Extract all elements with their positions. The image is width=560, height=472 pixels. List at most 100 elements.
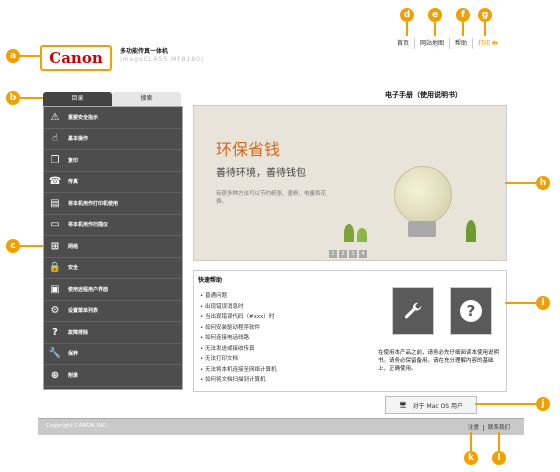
callout-a: a <box>6 49 20 63</box>
top-links: 首页 网站地图 帮助 打印 🖶 <box>392 38 503 49</box>
contact-link[interactable]: 联系我们 <box>482 425 514 431</box>
sidebar-tabs: 目录 搜索 <box>43 92 181 106</box>
plant-illustration <box>357 228 367 242</box>
sidebar: ⚠ 重要安全指示 ☝ 基本操作 ❐ 复印 ☎ 传真 ▤ 将本机用作打印机使用 ▭ 将本机用作… <box>43 106 183 390</box>
manual-title: 电子手册（使用说明书） <box>385 91 462 99</box>
sitemap-link[interactable]: 网站地图 <box>414 38 449 49</box>
sidebar-item-basic[interactable]: ☝ 基本操作 <box>44 129 182 150</box>
tab-contents[interactable]: 目录 <box>43 92 112 106</box>
quick-help-link[interactable]: 普通问题 <box>200 291 277 302</box>
sidebar-item-safety[interactable]: ⚠ 重要安全指示 <box>44 107 182 129</box>
warning-icon: ⚠ <box>50 111 60 123</box>
quick-help-title: 快速帮助 <box>198 277 223 284</box>
mac-os-button[interactable]: 🖥 对于 Mac OS 用户 <box>385 396 477 414</box>
sidebar-item-label: 使用远程用户界面 <box>68 286 109 293</box>
hand-icon: ☝ <box>51 133 59 145</box>
plant-illustration <box>344 224 354 242</box>
sidebar-item-security[interactable]: 🔒 安全 <box>44 258 182 279</box>
sidebar-item-network[interactable]: ⊞ 网络 <box>44 236 182 258</box>
callout-line <box>475 403 536 405</box>
sidebar-item-label: 重要安全指示 <box>68 114 99 121</box>
banner-description: 有很多种方法可以节约纸张、墨粉、电量和花费。 <box>216 191 327 205</box>
banner-subtitle: 善待环境，善待钱包 <box>216 168 306 179</box>
canon-logo[interactable]: Canon <box>40 45 112 71</box>
tab-search[interactable]: 搜索 <box>112 92 181 106</box>
sidebar-item-label: 将本机用作打印机使用 <box>68 200 119 207</box>
sidebar-item-label: 安全 <box>68 265 79 272</box>
wrench-icon <box>404 302 422 319</box>
callout-c: c <box>6 239 20 253</box>
copyright: Copyright CANON INC. <box>46 423 108 429</box>
copy-icon: ❐ <box>50 154 60 166</box>
home-link[interactable]: 首页 <box>392 38 414 49</box>
maintenance-button[interactable] <box>392 287 434 335</box>
banner-page-2[interactable]: 2 <box>339 250 347 258</box>
quick-help-link[interactable]: 无法打印文档 <box>200 354 277 365</box>
callout-h: h <box>536 176 550 190</box>
callout-line <box>20 55 40 57</box>
quick-help-link[interactable]: 如何连接电话线路 <box>200 333 277 344</box>
callout-f: f <box>456 8 470 22</box>
callout-i: i <box>536 296 550 310</box>
callout-line <box>505 182 536 184</box>
callout-k: k <box>464 451 478 465</box>
callout-line <box>462 22 464 36</box>
print-link[interactable]: 打印 🖶 <box>472 38 503 49</box>
footer-links: 注意 联系我们 <box>464 423 514 431</box>
callout-line <box>470 432 472 451</box>
sidebar-item-settings[interactable]: ⚙ 设置菜单列表 <box>44 301 182 322</box>
quick-help-link[interactable]: 如何将文档扫描到计算机 <box>200 375 277 386</box>
eco-banner[interactable]: 环保省钱 善待环境，善待钱包 有很多种方法可以节约纸张、墨粉、电量和花费。 1 … <box>193 105 507 261</box>
banner-title: 环保省钱 <box>216 140 281 159</box>
remote-ui-icon: ▣ <box>50 283 60 295</box>
usage-note: 在使用本产品之前，请务必先仔细阅读本使用说明书。请务必保留备用。请在充分理解内容… <box>378 350 500 372</box>
sidebar-item-label: 网络 <box>68 243 79 250</box>
callout-d: d <box>400 8 414 22</box>
banner-page-3[interactable]: 3 <box>349 250 357 258</box>
sidebar-item-appendix[interactable]: ⊕ 附录 <box>44 365 182 387</box>
network-icon: ⊞ <box>50 240 60 252</box>
banner-page-1[interactable]: 1 <box>329 250 337 258</box>
sidebar-item-scanner[interactable]: ▭ 将本机用作扫描仪 <box>44 215 182 236</box>
sidebar-item-label: 传真 <box>68 179 79 186</box>
quick-help-link[interactable]: 无法将本机连接至网络计算机 <box>200 365 277 376</box>
menu-list-icon: ⚙ <box>50 305 60 317</box>
sidebar-item-troubleshooting[interactable]: ? 故障排除 <box>44 322 182 344</box>
sidebar-item-label: 基本操作 <box>68 136 89 143</box>
quick-help-link[interactable]: 出现错误消息时 <box>200 302 277 313</box>
lightbulb-illustration <box>394 166 452 224</box>
quick-help-link[interactable]: 无法发送或接收传真 <box>200 344 277 355</box>
sidebar-item-printer[interactable]: ▤ 将本机用作打印机使用 <box>44 193 182 215</box>
callout-line <box>498 432 500 451</box>
sidebar-item-maintenance[interactable]: 🔧 保养 <box>44 344 182 365</box>
sidebar-item-remote-ui[interactable]: ▣ 使用远程用户界面 <box>44 279 182 301</box>
callout-b: b <box>6 91 20 105</box>
plant-illustration <box>466 220 476 242</box>
mac-os-label: 对于 Mac OS 用户 <box>412 402 464 410</box>
scanner-icon: ▭ <box>50 219 60 231</box>
question-icon: ? <box>52 326 58 338</box>
fax-icon: ☎ <box>48 176 62 188</box>
print-label: 打印 <box>478 40 491 47</box>
quick-help-link[interactable]: 如何安装驱动程序软件 <box>200 323 277 334</box>
sidebar-item-label: 附录 <box>68 372 79 379</box>
notice-link[interactable]: 注意 <box>464 425 483 431</box>
product-model: imageCLASS MF8180c <box>120 56 206 63</box>
sidebar-item-label: 故障排除 <box>68 329 89 336</box>
printer-icon: ▤ <box>50 197 60 209</box>
troubleshooting-button[interactable]: ? <box>450 287 492 335</box>
sidebar-item-fax[interactable]: ☎ 传真 <box>44 172 182 193</box>
sidebar-item-copy[interactable]: ❐ 复印 <box>44 150 182 172</box>
quick-help-panel: 快速帮助 普通问题 出现错误消息时 当出现错误代码（#xxx）时 如何安装驱动程… <box>193 270 507 392</box>
callout-j: j <box>536 397 550 411</box>
sidebar-item-label: 将本机用作扫描仪 <box>68 222 109 229</box>
quick-help-link[interactable]: 当出现错误代码（#xxx）时 <box>200 312 277 323</box>
callout-g: g <box>478 8 492 22</box>
print-icon: 🖶 <box>491 40 498 47</box>
callout-l: l <box>492 451 506 465</box>
banner-pager: 1 2 3 4 <box>329 250 367 258</box>
plus-icon: ⊕ <box>50 369 60 381</box>
help-link[interactable]: 帮助 <box>449 38 472 49</box>
callout-line <box>20 97 43 99</box>
banner-page-4[interactable]: 4 <box>359 250 367 258</box>
